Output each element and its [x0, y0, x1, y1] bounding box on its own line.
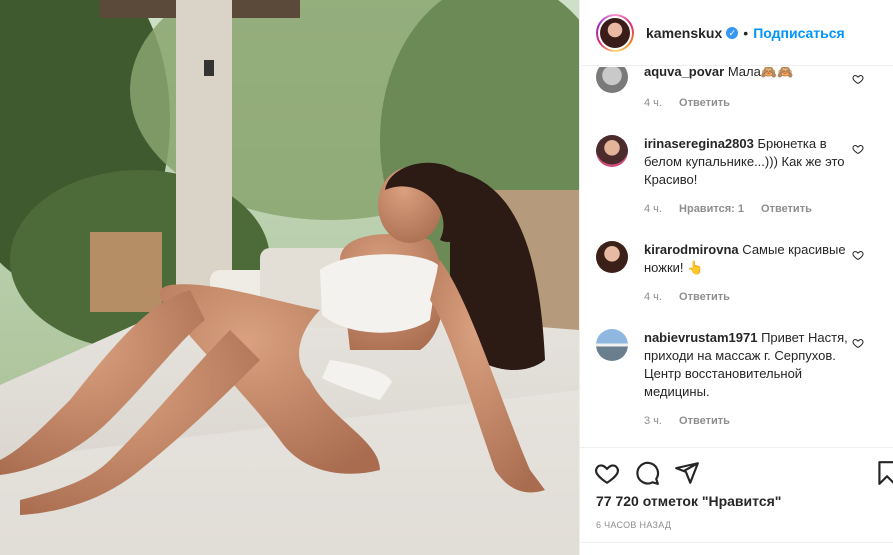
heart-icon[interactable]: [594, 460, 620, 486]
commenter-username[interactable]: nabievrustam1971: [644, 330, 757, 345]
instagram-post: kamenskux ✓ • Подписаться aquva_povar Ма…: [0, 0, 893, 555]
comment-likes[interactable]: Нравится: 1: [679, 203, 744, 215]
comment-body: nabievrustam1971 Привет Настя, приходи н…: [644, 329, 856, 401]
comment-meta: 4 ч. Ответить: [644, 97, 744, 109]
likes-count[interactable]: 77 720 отметок "Нравится": [596, 493, 781, 509]
comment-body: irinaseregina2803 Брюнетка в белом купал…: [644, 135, 856, 189]
post-photo-illustration: [0, 0, 579, 555]
comment-time[interactable]: 3 ч.: [644, 415, 662, 427]
comment-heart-icon[interactable]: [852, 337, 864, 349]
bookmark-icon[interactable]: [874, 460, 893, 486]
comment-text: Мала🙈🙈: [727, 67, 794, 79]
commenter-username[interactable]: irinaseregina2803: [644, 136, 754, 151]
comment-body: kirarodmirovna Самые красивые ножки! 👆: [644, 241, 856, 277]
comment-icon[interactable]: [634, 460, 660, 486]
commenter-avatar[interactable]: [596, 67, 628, 93]
post-actions: 77 720 отметок "Нравится" 6 ЧАСОВ НАЗАД: [580, 447, 893, 555]
avatar-image: [600, 17, 630, 48]
add-comment-area[interactable]: [580, 542, 893, 555]
header-separator: •: [743, 24, 749, 41]
commenter-username[interactable]: aquva_povar: [644, 67, 724, 79]
author-avatar[interactable]: [596, 13, 634, 52]
reply-button[interactable]: Ответить: [679, 291, 730, 303]
verified-icon: ✓: [726, 26, 739, 39]
commenter-avatar[interactable]: [596, 135, 628, 167]
comment-meta: 3 ч. Ответить: [644, 415, 744, 427]
reply-button[interactable]: Ответить: [761, 203, 812, 215]
comments-list[interactable]: aquva_povar Мала🙈🙈 4 ч. Ответить irinase…: [580, 67, 893, 447]
avatar-frame: [598, 15, 632, 50]
comment-meta: 4 ч. Ответить: [644, 291, 744, 303]
reply-button[interactable]: Ответить: [679, 415, 730, 427]
commenter-username[interactable]: kirarodmirovna: [644, 242, 739, 257]
author-username[interactable]: kamenskux: [646, 25, 722, 41]
follow-button[interactable]: Подписаться: [753, 25, 845, 41]
post-side-panel: kamenskux ✓ • Подписаться aquva_povar Ма…: [579, 0, 893, 555]
comment-meta: 4 ч. Нравится: 1 Ответить: [644, 203, 826, 215]
comment-heart-icon[interactable]: [852, 249, 864, 261]
comment-time[interactable]: 4 ч.: [644, 97, 662, 109]
reply-button[interactable]: Ответить: [679, 97, 730, 109]
post-header: kamenskux ✓ • Подписаться: [580, 0, 893, 66]
commenter-avatar[interactable]: [596, 329, 628, 361]
comment-heart-icon[interactable]: [852, 143, 864, 155]
posted-time[interactable]: 6 ЧАСОВ НАЗАД: [596, 520, 671, 530]
share-icon[interactable]: [674, 460, 700, 486]
post-photo[interactable]: [0, 0, 579, 555]
commenter-avatar[interactable]: [596, 241, 628, 273]
comment-time[interactable]: 4 ч.: [644, 203, 662, 215]
comment-body: aquva_povar Мала🙈🙈: [644, 67, 856, 81]
comment-heart-icon[interactable]: [852, 73, 864, 85]
comment-time[interactable]: 4 ч.: [644, 291, 662, 303]
